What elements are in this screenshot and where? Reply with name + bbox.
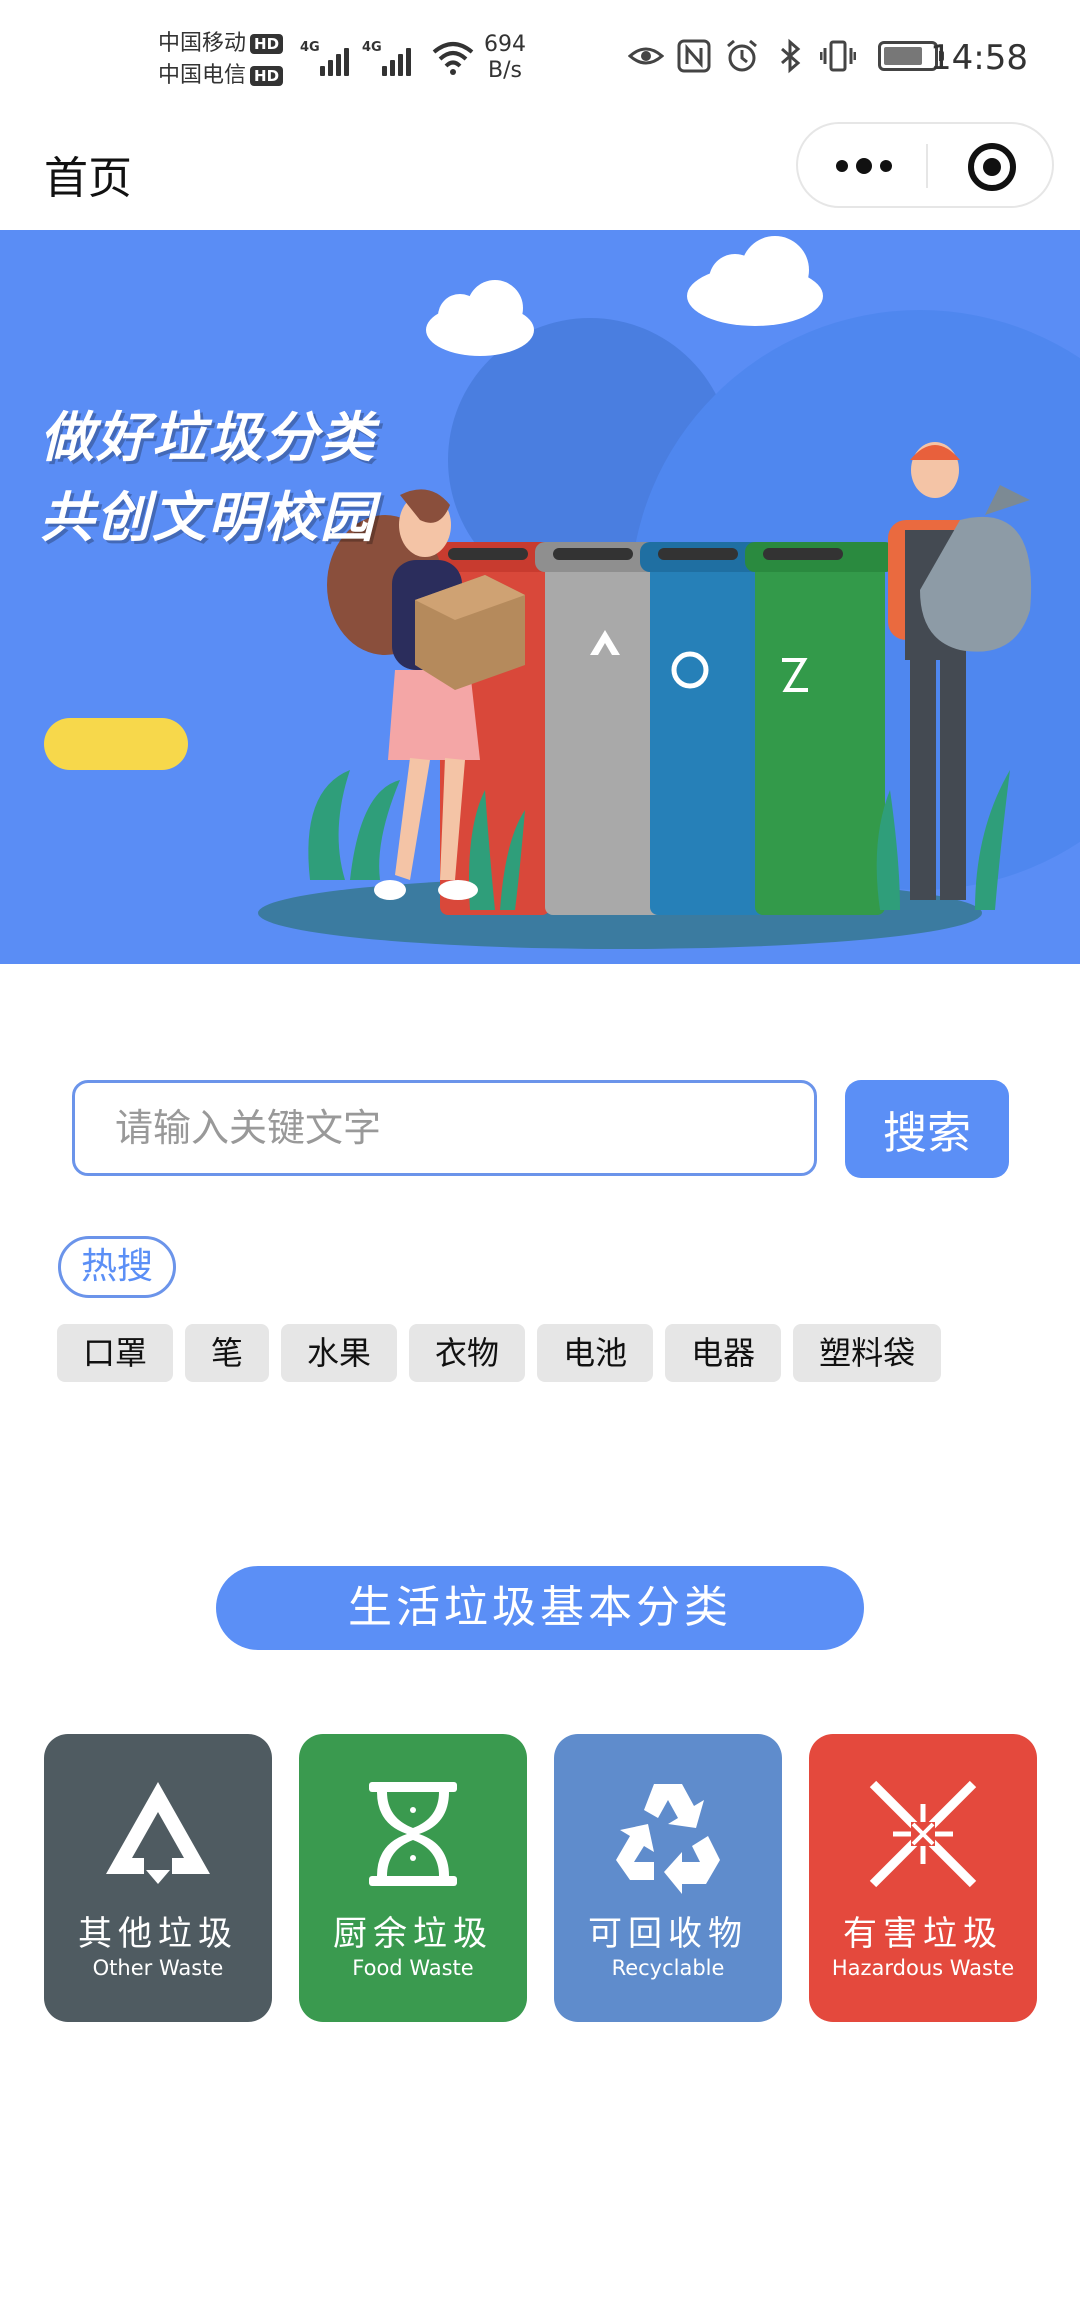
- clock: 14:58: [930, 38, 1028, 78]
- section-title: 生活垃圾基本分类: [216, 1566, 864, 1650]
- category-name-en: Other Waste: [92, 1956, 224, 1980]
- category-name: 可回收物: [588, 1914, 748, 1954]
- hot-tag[interactable]: 水果: [281, 1324, 398, 1382]
- search-input[interactable]: [72, 1080, 817, 1176]
- hot-tag[interactable]: 衣物: [409, 1324, 526, 1382]
- page-title: 首页: [44, 153, 132, 204]
- hot-tag[interactable]: 塑料袋: [793, 1324, 942, 1382]
- category-name-en: Food Waste: [352, 1956, 474, 1980]
- category-cards: 其他垃圾 Other Waste 厨余垃圾 Food Waste 可回收物 Re…: [44, 1734, 1037, 2022]
- other-waste-icon: [106, 1782, 210, 1884]
- hazardous-icon: [869, 1780, 977, 1888]
- carrier-1: 中国移动: [158, 31, 247, 56]
- carrier-2: 中国电信: [158, 63, 247, 88]
- hot-search-tags: 口罩 笔 水果 衣物 电池 电器 塑料袋: [57, 1324, 942, 1382]
- bluetooth-icon: [781, 38, 801, 74]
- hd-badge: HD: [250, 34, 284, 54]
- signal-icon: 4G: [300, 36, 354, 78]
- close-mini-program-icon[interactable]: [968, 143, 1016, 191]
- category-card-other[interactable]: 其他垃圾 Other Waste: [44, 1734, 272, 2022]
- hot-tag[interactable]: 电器: [665, 1324, 782, 1382]
- status-bar: 中国移动 HD 中国电信 HD 4G 4G 694 B/s 14:58: [0, 0, 1080, 118]
- nfc-icon: [677, 39, 711, 73]
- category-name: 厨余垃圾: [333, 1914, 493, 1954]
- hot-tag[interactable]: 笔: [185, 1324, 270, 1382]
- mini-program-capsule: [796, 122, 1054, 208]
- category-card-food[interactable]: 厨余垃圾 Food Waste: [299, 1734, 527, 2022]
- hot-tag[interactable]: 电池: [537, 1324, 654, 1382]
- category-card-recyclable[interactable]: 可回收物 Recyclable: [554, 1734, 782, 2022]
- hd-badge: HD: [250, 66, 284, 86]
- banner-button[interactable]: [44, 718, 188, 770]
- banner-slogan: 做好垃圾分类 共创文明校园: [40, 406, 376, 549]
- wifi-icon: [432, 42, 474, 75]
- category-name: 有害垃圾: [843, 1914, 1003, 1954]
- title-bar: 首页: [0, 118, 1080, 230]
- network-speed: 694 B/s: [484, 32, 526, 83]
- carrier-info: 中国移动 HD 中国电信 HD: [158, 28, 284, 92]
- category-name-en: Hazardous Waste: [831, 1956, 1015, 1980]
- category-name: 其他垃圾: [78, 1914, 238, 1954]
- battery-icon: [878, 41, 944, 71]
- garbage-sorting-illustration: [258, 236, 1080, 949]
- more-menu-button[interactable]: [834, 154, 894, 178]
- banner[interactable]: 做好垃圾分类 共创文明校园: [0, 230, 1080, 964]
- recycle-icon: [616, 1784, 720, 1894]
- category-name-en: Recyclable: [611, 1956, 725, 1980]
- eye-icon: [628, 47, 664, 65]
- alarm-icon: [727, 39, 757, 72]
- food-waste-icon: [369, 1782, 457, 1886]
- hot-search-label: 热搜: [58, 1236, 176, 1298]
- signal-icons: 4G 4G: [300, 36, 416, 78]
- search-button[interactable]: 搜索: [845, 1080, 1009, 1178]
- category-card-hazardous[interactable]: 有害垃圾 Hazardous Waste: [809, 1734, 1037, 2022]
- signal-icon: 4G: [362, 36, 416, 78]
- vibrate-icon: [820, 40, 856, 72]
- hot-tag[interactable]: 口罩: [57, 1324, 174, 1382]
